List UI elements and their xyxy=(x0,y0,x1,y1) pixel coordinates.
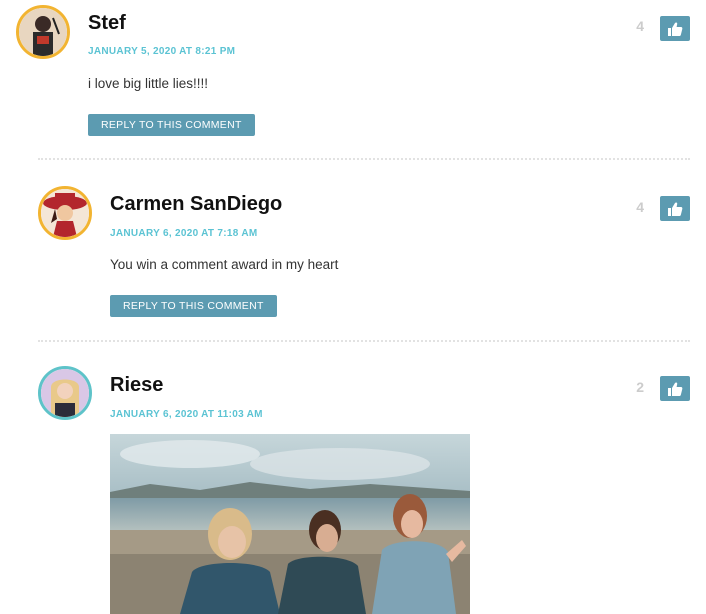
avatar[interactable] xyxy=(16,5,70,59)
avatar-image xyxy=(41,189,89,237)
comment-author[interactable]: Stef xyxy=(88,12,126,35)
comment-author[interactable]: Riese xyxy=(110,374,163,397)
thumbs-up-icon xyxy=(668,381,683,396)
comment-text: i love big little lies!!!! xyxy=(88,76,209,91)
comment-date[interactable]: JANUARY 6, 2020 AT 7:18 AM xyxy=(110,228,257,239)
comment-divider xyxy=(38,158,690,160)
thumbs-up-icon xyxy=(668,21,683,36)
reply-button[interactable]: REPLY TO THIS COMMENT xyxy=(110,295,277,317)
comment-date[interactable]: JANUARY 6, 2020 AT 11:03 AM xyxy=(110,409,263,420)
like-button[interactable] xyxy=(660,16,690,41)
comment-text: You win a comment award in my heart xyxy=(110,257,339,272)
beach-scene-image xyxy=(110,434,470,614)
thumbs-up-icon xyxy=(668,201,683,216)
like-count: 4 xyxy=(636,199,644,215)
avatar-image xyxy=(19,8,67,56)
comment-date[interactable]: JANUARY 5, 2020 AT 8:21 PM xyxy=(88,46,235,57)
reply-button[interactable]: REPLY TO THIS COMMENT xyxy=(88,114,255,136)
like-button[interactable] xyxy=(660,196,690,221)
like-button[interactable] xyxy=(660,376,690,401)
like-count: 4 xyxy=(636,18,644,34)
gif-image[interactable] xyxy=(110,434,470,614)
avatar-image xyxy=(41,369,89,417)
comment-author[interactable]: Carmen SanDiego xyxy=(110,193,282,216)
avatar[interactable] xyxy=(38,366,92,420)
like-count: 2 xyxy=(636,379,644,395)
avatar[interactable] xyxy=(38,186,92,240)
comment-divider xyxy=(38,340,690,342)
